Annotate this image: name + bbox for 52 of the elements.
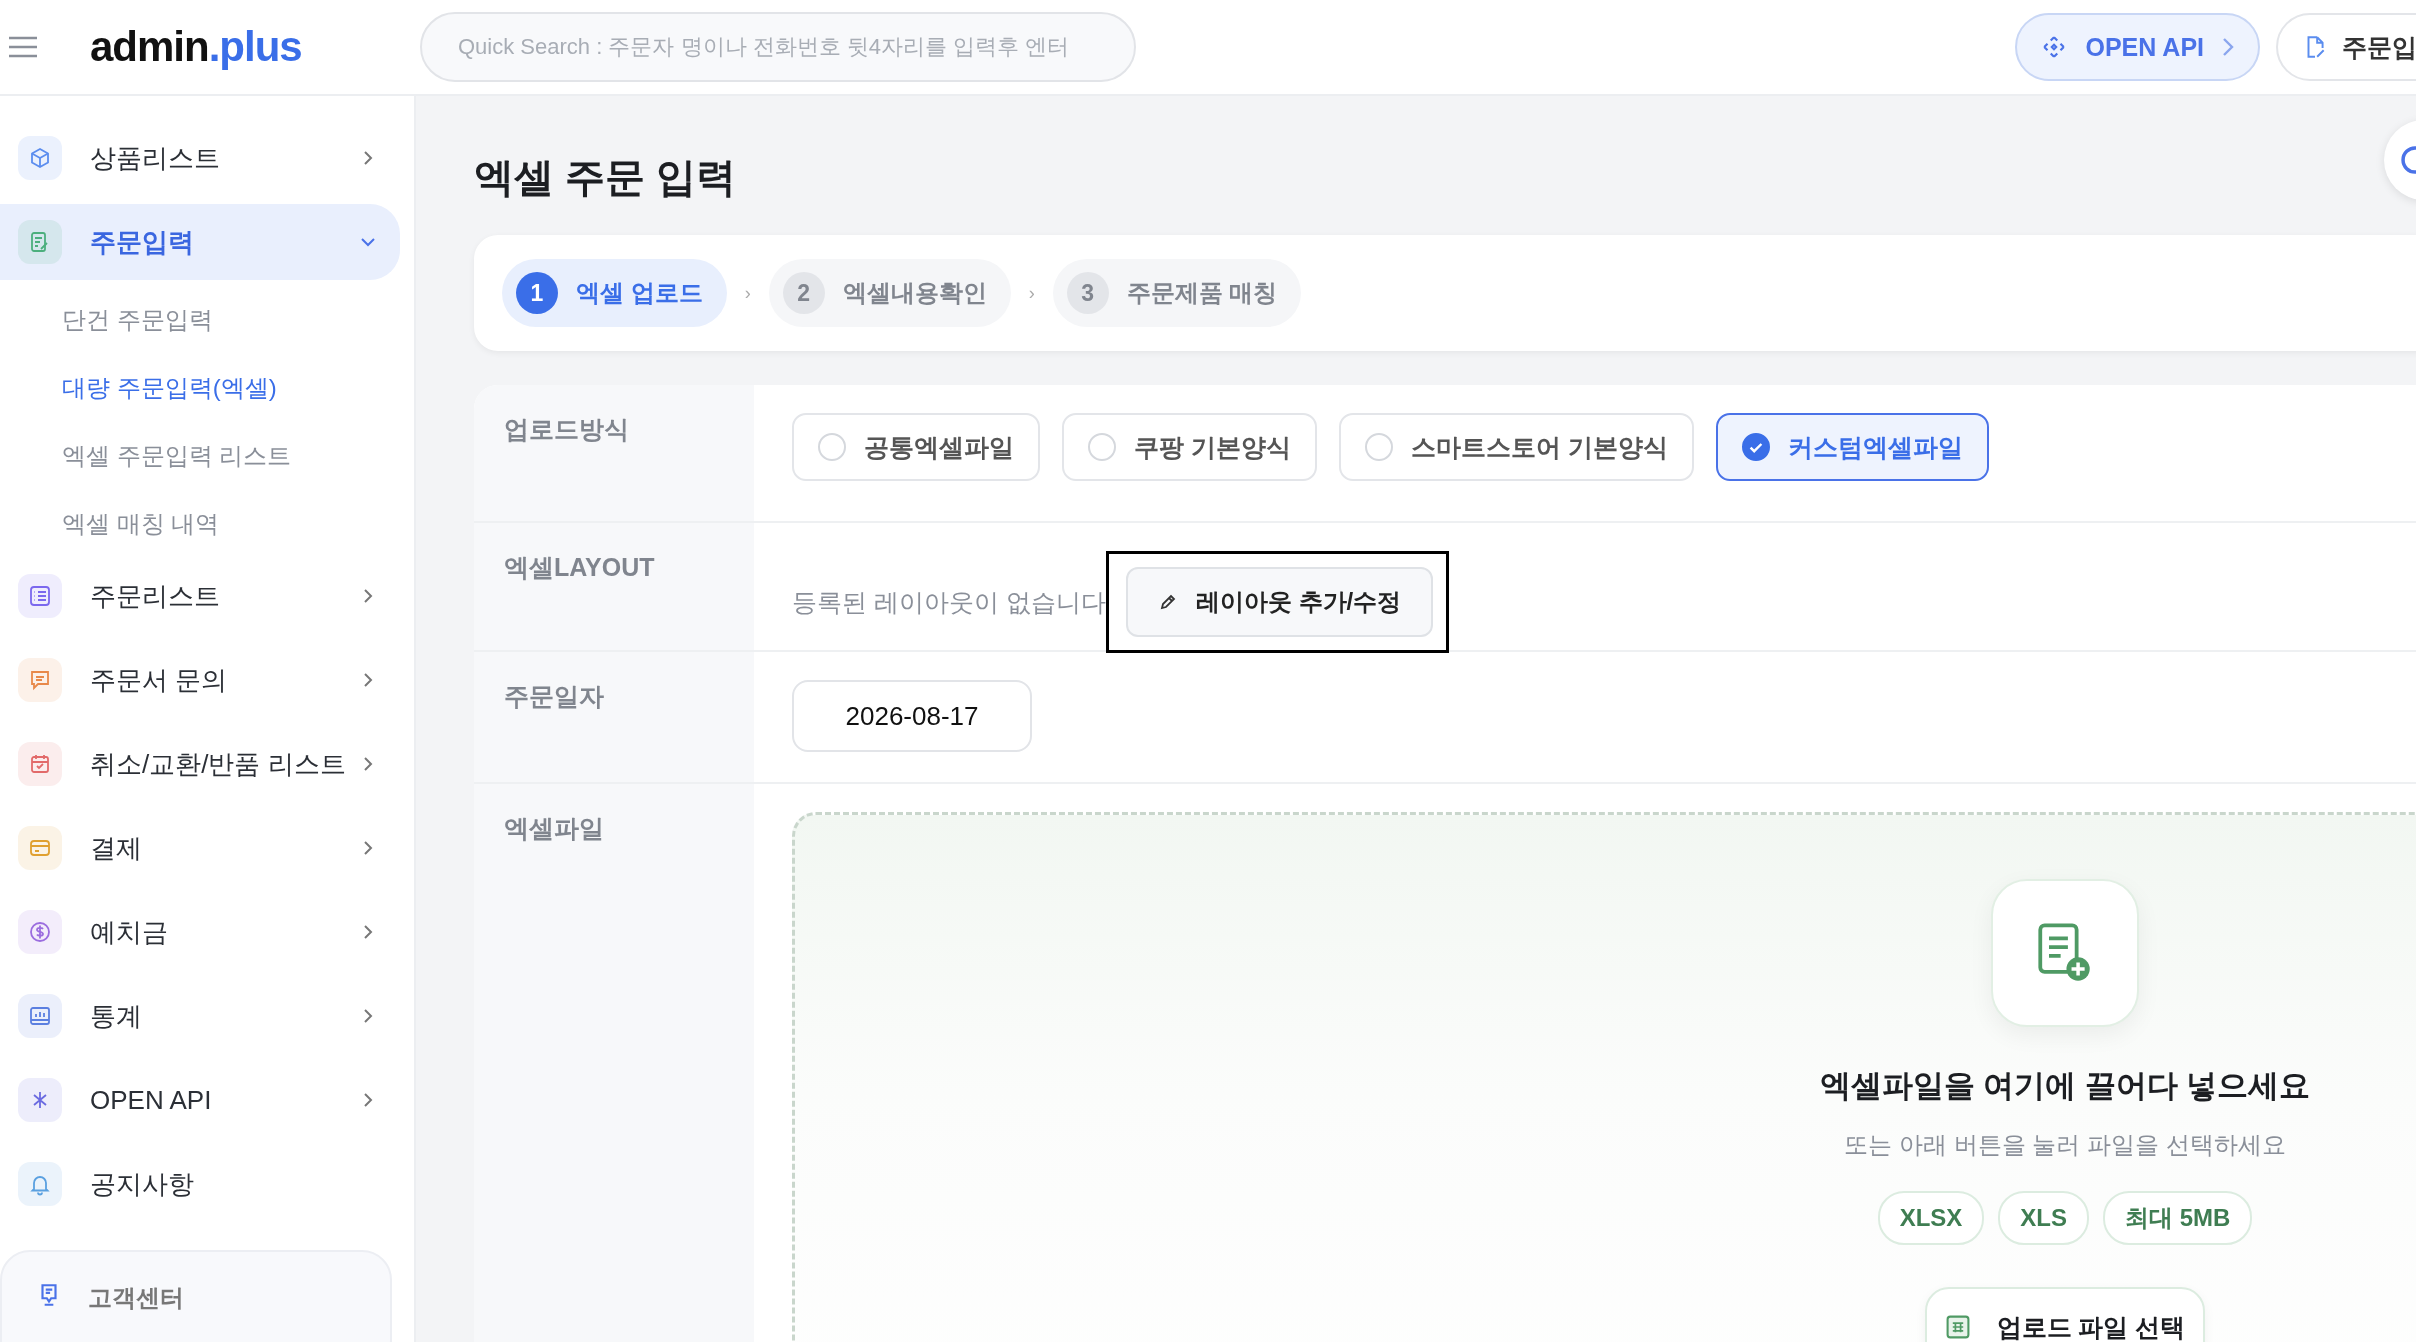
document-pencil-icon <box>18 220 62 264</box>
file-type-tag: XLSX <box>1877 1191 1985 1245</box>
radio-option[interactable]: 커스텀엑셀파일 <box>1715 413 1989 481</box>
spreadsheet-icon <box>1944 1314 1971 1340</box>
menu-icon[interactable] <box>8 36 38 58</box>
layout-edit-button[interactable]: 레이아웃 추가/수정 <box>1125 567 1434 637</box>
chart-icon <box>18 994 62 1038</box>
menu-item[interactable]: 상품리스트 <box>0 120 400 196</box>
search-field[interactable]: Quick Search : 주문자 명이나 전화번호 뒷4자리를 입력후 엔터 <box>420 12 1136 82</box>
support-card[interactable]: 고객센터 <box>0 1250 392 1342</box>
menu-item[interactable]: 취소/교환/반품 리스트 <box>0 726 400 802</box>
field-label: 업로드방식 <box>504 415 629 443</box>
chevron-right-icon <box>2222 37 2234 57</box>
field-label: 엑셀파일 <box>504 814 604 842</box>
list-icon <box>18 574 62 618</box>
menu-item[interactable]: 결제 <box>0 810 400 886</box>
menu-item[interactable]: 예치금 <box>0 894 400 970</box>
drop-title: 엑셀파일을 여기에 끌어다 넣으세요 <box>1819 1067 2311 1105</box>
step-tab[interactable]: 1 엑셀 업로드 <box>502 259 727 327</box>
separator-icon: › <box>1028 282 1035 304</box>
radio-option[interactable]: 스마트스토어 기본양식 <box>1338 413 1694 481</box>
page-title: 엑셀 주문 입력 <box>474 154 737 201</box>
card-icon <box>18 826 62 870</box>
menu-item[interactable]: OPEN API <box>0 1062 400 1138</box>
file-type-tag: 최대 5MB <box>2103 1191 2253 1245</box>
empty-layout-text: 등록된 레이아웃이 없습니다 <box>792 586 1106 618</box>
radio-option[interactable]: 쿠팡 기본양식 <box>1062 413 1317 481</box>
open-api-button[interactable]: OPEN API <box>2015 13 2260 81</box>
date-field[interactable]: 2026-08-17 <box>792 680 1032 752</box>
separator-icon: › <box>744 282 751 304</box>
asterisk-icon <box>18 1078 62 1122</box>
menu-item[interactable]: 주문입력 <box>0 204 400 280</box>
file-drop-zone[interactable]: 엑셀파일을 여기에 끌어다 넣으세요 또는 아래 버튼을 눌러 파일을 선택하세요 XLSX XLS 최대 5MB 업로드 파일 선택 <box>792 812 2416 1342</box>
bell-icon <box>18 1162 62 1206</box>
radio-option[interactable]: 공통엑셀파일 <box>792 413 1040 481</box>
dollar-coin-icon <box>18 910 62 954</box>
submenu-item[interactable]: 대량 주문입력(엑셀) <box>0 354 414 422</box>
chat-icon <box>18 658 62 702</box>
upload-file-button[interactable]: 업로드 파일 선택 <box>1925 1287 2205 1342</box>
order-entry-button[interactable]: 주문입 <box>2276 13 2416 81</box>
file-add-icon <box>1991 879 2139 1027</box>
menu-item[interactable]: 통계 <box>0 978 400 1054</box>
menu-item[interactable]: 주문리스트 <box>0 558 400 634</box>
calendar-check-icon <box>18 742 62 786</box>
field-label: 엑셀LAYOUT <box>504 553 655 581</box>
cube-icon <box>18 136 62 180</box>
menu-item[interactable]: 공지사항 <box>0 1146 400 1222</box>
logo: admin.plus <box>90 23 303 71</box>
field-label: 주문일자 <box>504 682 604 710</box>
file-type-tag: XLS <box>1998 1191 2089 1245</box>
menu-item[interactable]: 주문서 문의 <box>0 642 400 718</box>
drop-hint: 또는 아래 버튼을 눌러 파일을 선택하세요 <box>1844 1130 2286 1160</box>
